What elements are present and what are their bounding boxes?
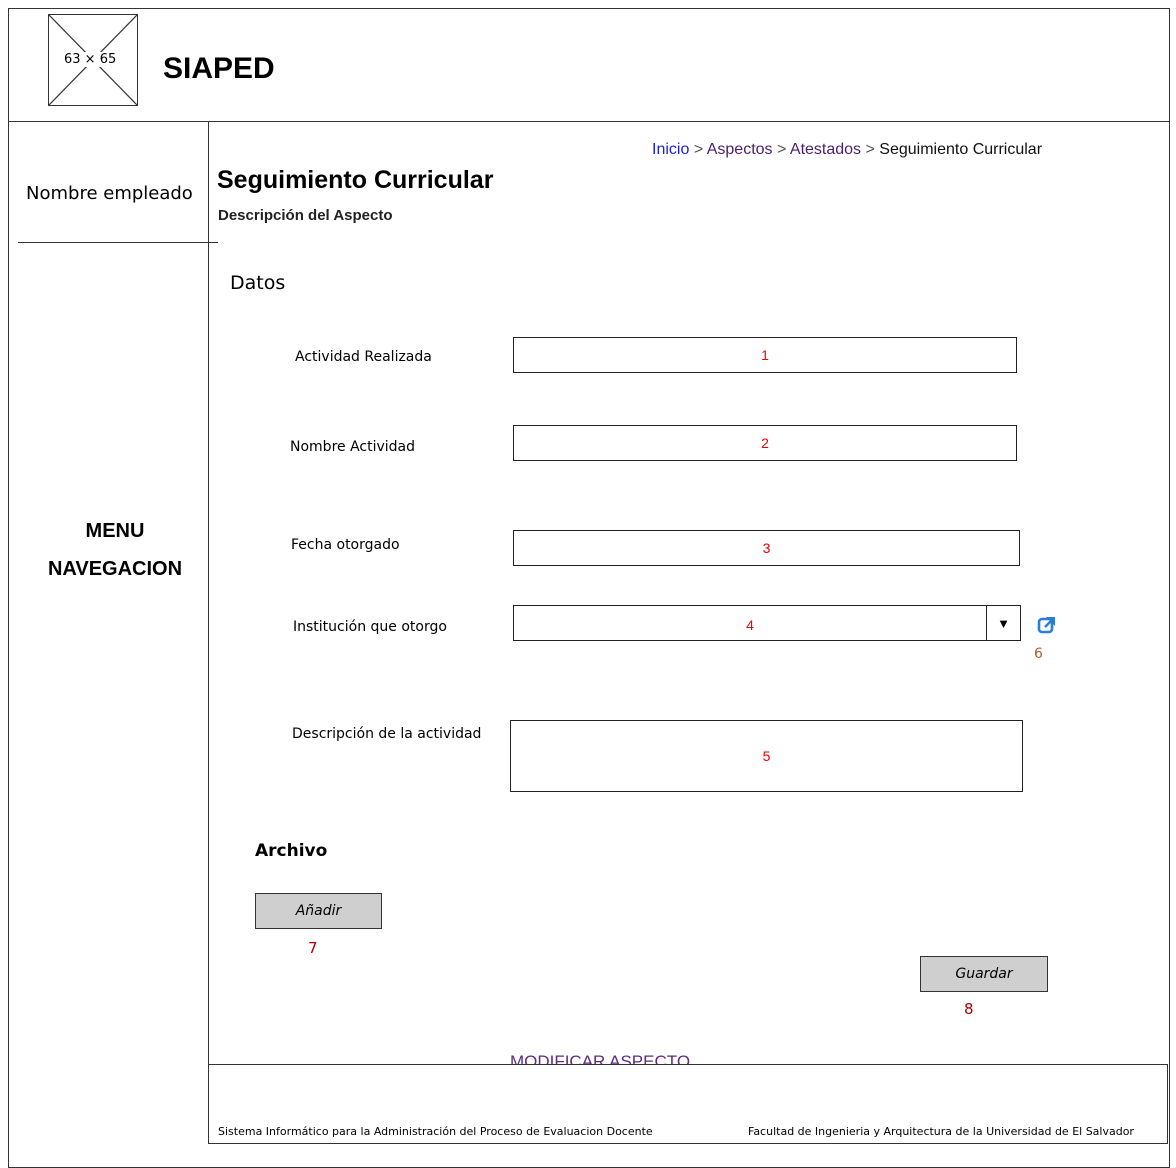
field-marker: 1 [761,347,769,363]
save-button[interactable]: Guardar [920,956,1048,992]
field-marker: 5 [762,748,771,764]
label-institucion: Institución que otorgo [293,619,447,635]
input-nombre-actividad[interactable]: 2 [513,425,1017,461]
employee-separator [18,242,218,243]
breadcrumb-inicio[interactable]: Inicio [652,141,689,158]
logo-size-label: 63 × 65 [63,52,118,67]
save-button-marker: 8 [964,1000,974,1018]
breadcrumb-separator: > [693,141,704,158]
input-fecha-otorgado[interactable]: 3 [513,530,1020,566]
breadcrumb-atestados[interactable]: Atestados [790,141,861,158]
page-title: Seguimiento Curricular [217,166,494,194]
app-title: SIAPED [163,52,275,85]
employee-name[interactable]: Nombre empleado [26,183,193,204]
breadcrumb-aspectos[interactable]: Aspectos [707,141,773,158]
external-link-icon[interactable] [1037,615,1057,635]
breadcrumb: Inicio > Aspectos > Atestados > Seguimie… [652,141,1042,159]
breadcrumb-separator: > [865,141,875,158]
navigation-menu[interactable]: MENU NAVEGACION [30,512,200,588]
label-actividad-realizada: Actividad Realizada [295,349,432,365]
breadcrumb-current: Seguimiento Curricular [879,141,1043,158]
field-marker: 3 [762,540,771,556]
footer-faculty-name: Facultad de Ingenieria y Arquitectura de… [748,1125,1134,1138]
external-link-marker: 6 [1034,646,1043,662]
sidebar-divider [208,121,209,1071]
add-file-button[interactable]: Añadir [255,893,382,929]
page-frame [8,8,1170,1168]
section-title-archivo: Archivo [255,841,328,861]
field-marker: 4 [746,616,754,633]
chevron-down-icon: ▼ [997,615,1010,631]
label-fecha-otorgado: Fecha otorgado [291,537,400,553]
logo-placeholder: 63 × 65 [48,14,138,106]
input-actividad-realizada[interactable]: 1 [513,337,1017,373]
add-button-marker: 7 [308,939,318,957]
field-marker: 2 [761,435,769,451]
label-nombre-actividad: Nombre Actividad [290,439,416,455]
footer-system-name: Sistema Informático para la Administraci… [218,1125,653,1138]
menu-label-line2: NAVEGACION [47,558,183,580]
label-descripcion: Descripción de la actividad [292,726,482,742]
page-subtitle: Descripción del Aspecto [218,207,393,224]
breadcrumb-separator: > [776,141,787,158]
dropdown-arrow[interactable]: ▼ [986,606,1020,640]
textarea-descripcion[interactable]: 5 [510,720,1023,792]
select-institucion[interactable]: 4 ▼ [513,605,1021,641]
section-title-datos: Datos [230,272,286,294]
menu-label-line1: MENU [85,520,145,542]
